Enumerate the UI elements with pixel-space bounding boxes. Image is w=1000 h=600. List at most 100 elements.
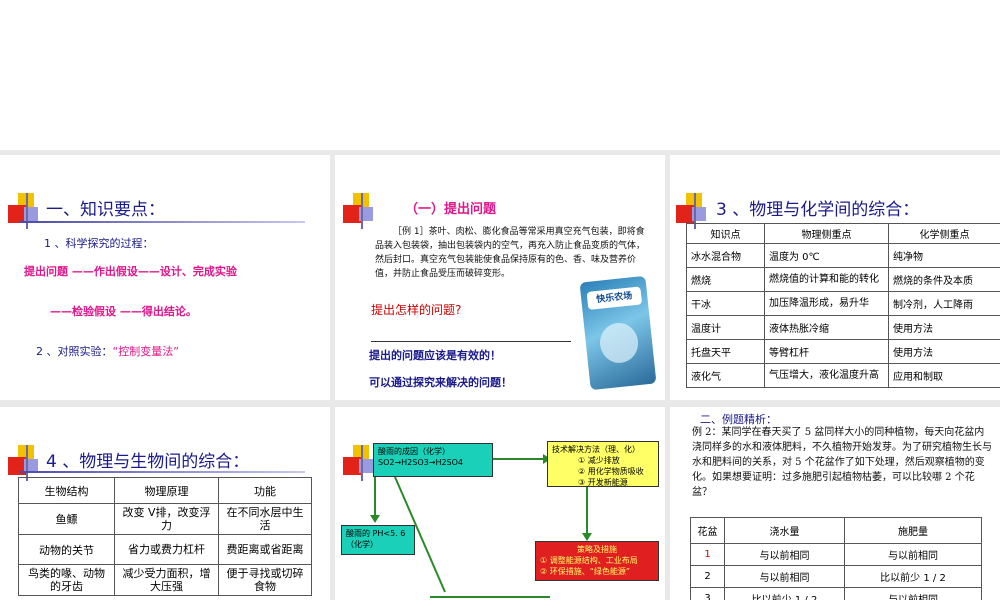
table-cell: 与以前相同 (724, 565, 845, 588)
title-underline (20, 471, 305, 473)
slide-title: 3 、物理与化学间的综合： (716, 200, 920, 220)
box-formula: SO2→H2SO3→H2SO4 (378, 458, 464, 467)
table-cell: 与以前相同 (844, 543, 982, 566)
slide-thumbnail-3[interactable]: 3 、物理与化学间的综合： 知识点 物理侧重点 化学侧重点 冰水混合物 温度为 0… (670, 155, 1000, 400)
table-cell: 动物的关节 (18, 534, 115, 565)
table-cell: 纯净物 (888, 243, 1000, 268)
table-cell: 鱼鳔 (18, 503, 115, 535)
example-paragraph: ［例 1］茶叶、肉松、膨化食品等常采用真空充气包装，即将食品装入包装袋，抽出包装… (375, 227, 646, 279)
example-paragraph: 例 2：某同学在春天买了 5 盆同样大小的同种植物，每天向花盆内浇同样多的水和液… (692, 427, 992, 498)
question: 提出怎样的问题? (371, 303, 462, 317)
table-cell: 费距离或省距离 (218, 534, 312, 565)
slide-title: 一、知识要点： (46, 200, 165, 220)
table-cell: 使用方法 (888, 339, 1000, 364)
table-row: 2 与以前相同 比以前少 1 / 2 (690, 565, 982, 588)
box-item: ② 用化学物质吸收 (578, 467, 644, 476)
answer-2: 可以通过探究来解决的问题！ (369, 376, 512, 389)
table-cell: 比以前少 1 / 2 (724, 587, 845, 600)
table-cell: 托盘天平 (686, 339, 765, 364)
slide-title: 4 、物理与生物间的综合： (46, 452, 250, 472)
slide-thumbnail-6[interactable]: 二、例题精析： 例 2：某同学在春天买了 5 盆同样大小的同种植物，每天向花盆内… (670, 407, 1000, 600)
table-cell: 液体热胀冷缩 (764, 315, 889, 340)
table-header-row: 花盆 浇水量 施肥量 (690, 517, 982, 544)
table-cell: 2 (690, 565, 725, 588)
box-item: ① 调整能源结构、工业布局 (540, 556, 638, 565)
table-cell: 加压降温形成，易升华 (764, 291, 889, 316)
table-cell: 气压增大，液化温度升高 (764, 363, 889, 388)
table-header: 知识点 (686, 223, 765, 244)
table-cell: 比以前少 1 / 2 (844, 565, 982, 588)
acid-rain-ph-box: 酸雨的 PH<5. 6（化学） (341, 525, 415, 555)
slide-thumbnail-5[interactable]: 酸雨的成因（化学） SO2→H2SO3→H2SO4 技术解决方法（理、化） ① … (335, 407, 665, 600)
point-2-prefix: 2 、对照实验： (36, 345, 113, 358)
table-cell: 温度计 (686, 315, 765, 340)
technical-solution-box: 技术解决方法（理、化） ① 减少排放 ② 用化学物质吸收 ③ 开发新能源 (547, 441, 659, 487)
box-item: ① 减少排放 (578, 456, 620, 465)
table-cell: 应用和制取 (888, 363, 1000, 388)
package-highlight-icon (598, 321, 641, 365)
answer-divider (371, 341, 571, 342)
process-line-1: 提出问题 ——作出假设——设计、完成实验 (24, 265, 237, 278)
table-cell: 3 (690, 587, 725, 600)
table-cell: 减少受力面积，增大压强 (114, 564, 219, 596)
arrowhead-icon (370, 515, 380, 523)
slide-decoration-icon (343, 193, 383, 229)
table-header: 功能 (218, 477, 312, 504)
snack-package-image: 快乐农场 (579, 275, 657, 391)
slide-thumbnail-1[interactable]: 一、知识要点： 1 、科学探究的过程： 提出问题 ——作出假设——设计、完成实验… (0, 155, 330, 400)
point-2: 2 、对照实验：“控制变量法” (36, 343, 179, 359)
table-cell: 等臂杠杆 (764, 339, 889, 364)
table-cell: 燃烧 (686, 267, 765, 292)
table-row: 托盘天平 等臂杠杆 使用方法 (686, 339, 1000, 364)
table-cell: 与以前相同 (844, 587, 982, 600)
table-cell: 1 (690, 543, 725, 566)
table-row: 鱼鳔 改变 V排，改变浮力 在不同水层中生活 (18, 503, 312, 535)
table-header: 物理侧重点 (764, 223, 889, 244)
title-underline (20, 221, 305, 223)
table-cell: 液化气 (686, 363, 765, 388)
table-header: 生物结构 (18, 477, 115, 504)
table-header: 物理原理 (114, 477, 219, 504)
table-row: 液化气 气压增大，液化温度升高 应用和制取 (686, 363, 1000, 388)
table-row: 温度计 液体热胀冷缩 使用方法 (686, 315, 1000, 340)
table-header: 浇水量 (724, 517, 845, 544)
table-cell: 省力或费力杠杆 (114, 534, 219, 565)
table-header: 花盆 (690, 517, 725, 544)
table-cell: 在不同水层中生活 (218, 503, 312, 535)
table-cell: 冰水混合物 (686, 243, 765, 268)
table-cell: 与以前相同 (724, 543, 845, 566)
slide-title: （一）提出问题 (405, 202, 497, 217)
table-header-row: 知识点 物理侧重点 化学侧重点 (686, 223, 1000, 244)
flowerpot-table: 花盆 浇水量 施肥量 1 与以前相同 与以前相同 2 与以前相同 比以前少 1 / 2 … (690, 517, 982, 600)
table-row: 3比以前少 1 / 2与以前相同 (690, 587, 982, 600)
table-cell: 干冰 (686, 291, 765, 316)
table-cell: 燃烧值的计算和能的转化 (764, 267, 889, 292)
table-cell: 温度为 0℃ (764, 243, 889, 268)
table-cell: 燃烧的条件及本质 (888, 267, 1000, 292)
table-header: 施肥量 (844, 517, 982, 544)
box-title: 技术解决方法（理、化） (552, 445, 640, 454)
slide-thumbnail-2[interactable]: （一）提出问题 ［例 1］茶叶、肉松、膨化食品等常采用真空充气包装，即将食品装入… (335, 155, 665, 400)
physics-biology-table: 生物结构 物理原理 功能 鱼鳔 改变 V排，改变浮力 在不同水层中生活 动物的关节省… (18, 477, 312, 596)
table-header-row: 生物结构 物理原理 功能 (18, 477, 312, 504)
table-row: 1 与以前相同 与以前相同 (690, 543, 982, 566)
answer-1: 提出的问题应该是有效的！ (369, 349, 501, 362)
box-item: ③ 开发新能源 (578, 478, 628, 487)
arrowhead-icon (582, 533, 592, 541)
table-row: 鸟类的喙、动物的牙齿 减少受力面积，增大压强 便于寻找或切碎食物 (18, 564, 312, 596)
slide-decoration-icon (8, 193, 48, 229)
package-logo: 快乐农场 (586, 286, 643, 310)
table-row: 动物的关节 省力或费力杠杆 费距离或省距离 (18, 534, 312, 565)
table-cell: 制冷剂，人工降雨 (888, 291, 1000, 316)
table-header: 化学侧重点 (888, 223, 1000, 244)
process-line-2: ——检验假设 ——得出结论。 (50, 305, 197, 318)
box-item: ② 环保措施、“绿色能源” (540, 567, 631, 576)
table-row: 冰水混合物 温度为 0℃ 纯净物 (686, 243, 1000, 268)
box-title: 策略及措施 (577, 545, 617, 554)
table-cell: 改变 V排，改变浮力 (114, 503, 219, 535)
slide-decoration-icon (8, 445, 48, 481)
slide-thumbnail-4[interactable]: 4 、物理与生物间的综合： 生物结构 物理原理 功能 鱼鳔 改变 V排，改变浮力在… (0, 407, 330, 600)
strategy-box: 策略及措施 ① 调整能源结构、工业布局 ② 环保措施、“绿色能源” (535, 541, 659, 581)
table-row: 干冰 加压降温形成，易升华 制冷剂，人工降雨 (686, 291, 1000, 316)
table-cell: 便于寻找或切碎食物 (218, 564, 312, 596)
